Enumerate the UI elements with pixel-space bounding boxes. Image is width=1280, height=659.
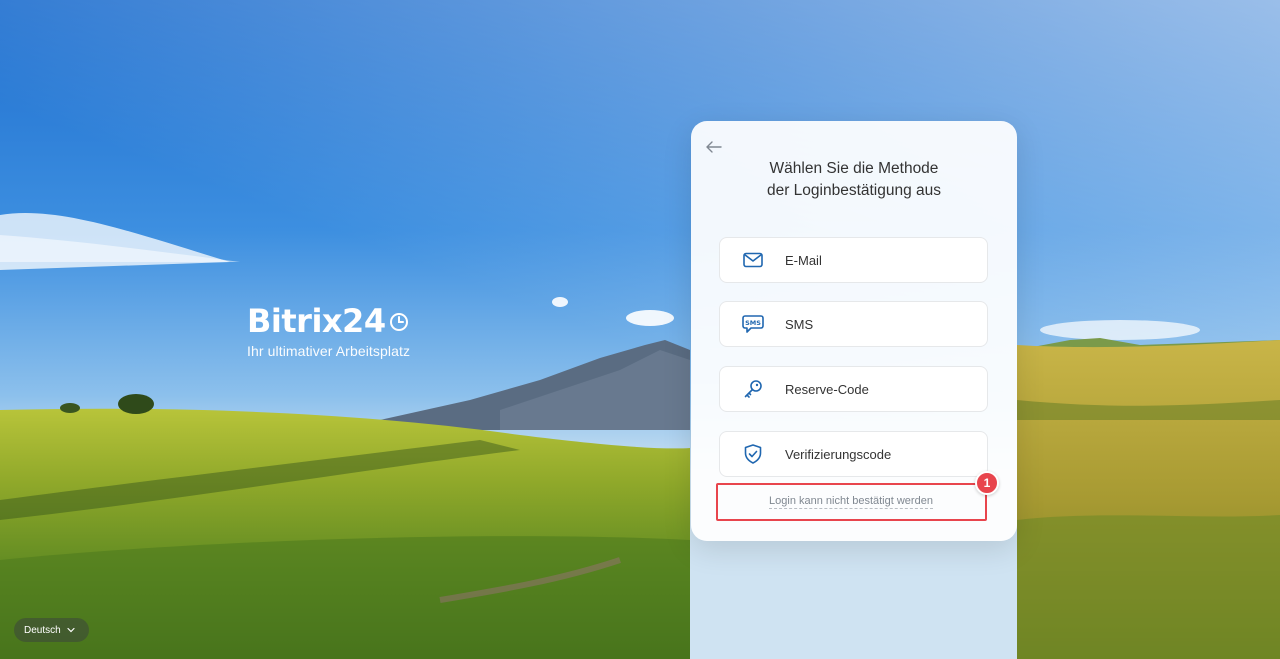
annotation-highlight-box <box>716 483 987 521</box>
language-selector[interactable]: Deutsch <box>14 618 89 642</box>
dialog-title: Wählen Sie die Methode der Loginbestätig… <box>691 158 1017 202</box>
sms-icon-text: SMS <box>745 319 761 327</box>
login-confirmation-dialog: Wählen Sie die Methode der Loginbestätig… <box>691 121 1017 541</box>
method-verification-code-label: Verifizierungscode <box>785 446 892 462</box>
brand-logo: Bitrix24 <box>247 303 410 339</box>
annotation-marker: 1 <box>975 471 999 495</box>
method-sms-button[interactable]: SMS SMS <box>719 301 988 347</box>
mail-icon <box>742 249 764 271</box>
method-verification-code-button[interactable]: Verifizierungscode <box>719 431 988 477</box>
clock-icon <box>389 303 409 339</box>
background-landscape <box>0 0 1280 659</box>
brand-tagline: Ihr ultimativer Arbeitsplatz <box>247 343 411 359</box>
method-backup-code-button[interactable]: Reserve-Code <box>719 366 988 412</box>
dialog-title-line1: Wählen Sie die Methode <box>769 160 939 177</box>
sms-icon: SMS <box>742 313 764 335</box>
method-email-label: E-Mail <box>785 252 822 268</box>
brand-block: Bitrix24 Ihr ultimativer Arbeitsplatz <box>247 303 410 359</box>
dialog-title-line2: der Loginbestätigung aus <box>766 182 942 199</box>
chevron-down-icon <box>67 625 75 636</box>
method-sms-label: SMS <box>785 316 814 332</box>
shield-check-icon <box>742 443 764 465</box>
method-email-button[interactable]: E-Mail <box>719 237 988 283</box>
method-backup-code-label: Reserve-Code <box>785 381 869 397</box>
back-arrow-icon[interactable] <box>705 138 723 156</box>
language-selector-label: Deutsch <box>24 624 61 636</box>
key-icon <box>742 378 764 400</box>
brand-logo-text: Bitrix24 <box>247 302 386 340</box>
